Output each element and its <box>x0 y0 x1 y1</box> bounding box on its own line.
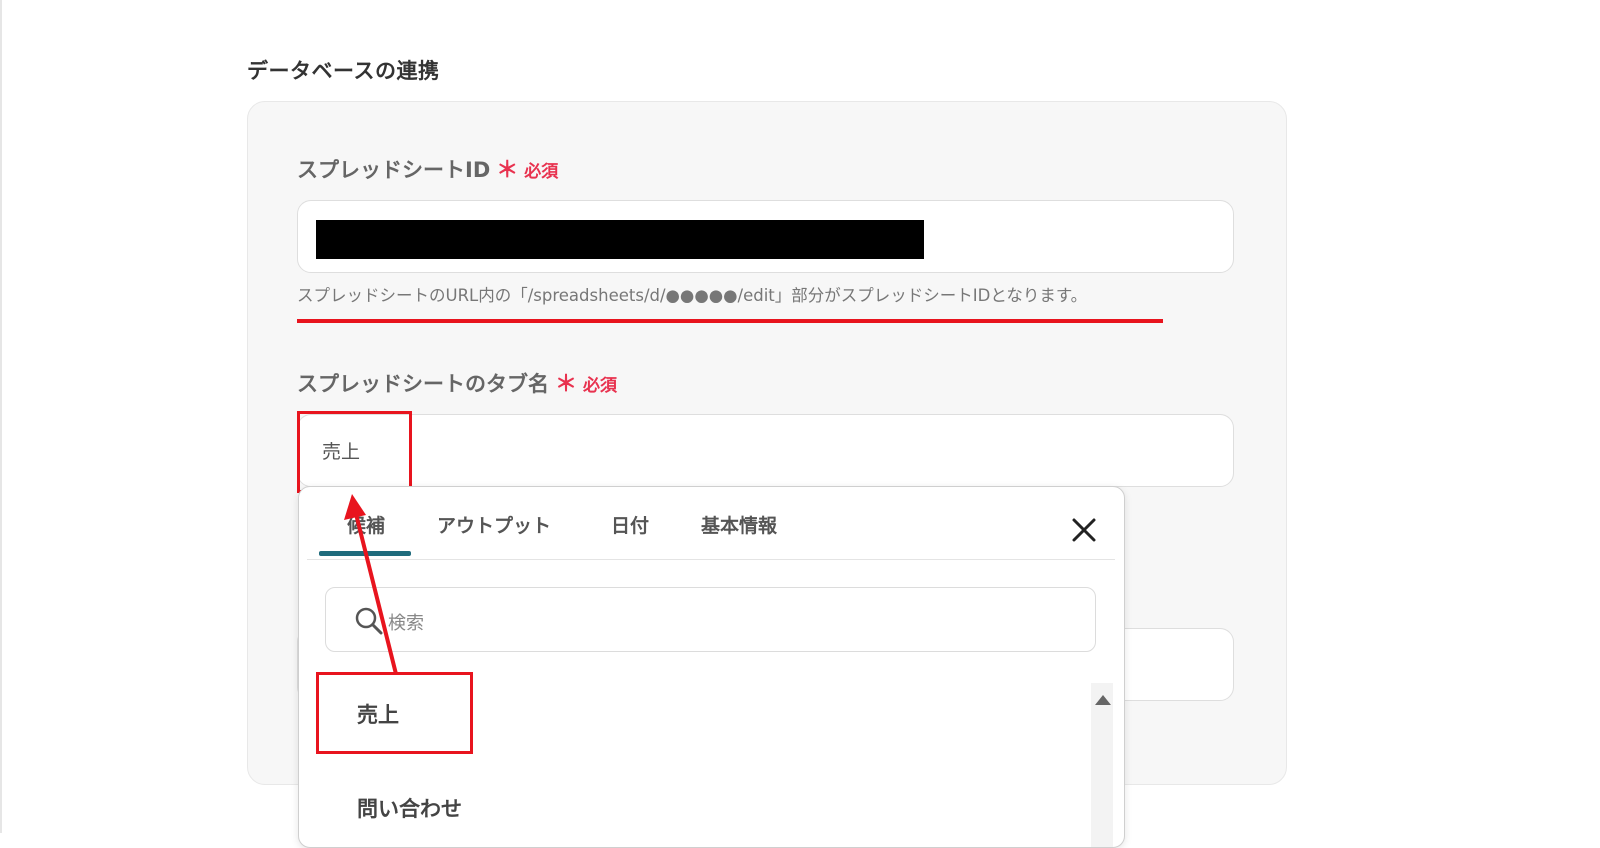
required-badge: 必須 <box>524 162 559 182</box>
required-asterisk: ＊ <box>555 372 578 397</box>
section-title: データベースの連携 <box>247 59 440 83</box>
required-asterisk: ＊ <box>496 158 519 183</box>
spreadsheet-id-label: スプレッドシートID ＊ 必須 <box>297 152 558 184</box>
tab-output[interactable]: アウトプット <box>437 511 551 538</box>
option-inquiry[interactable]: 問い合わせ <box>357 793 462 823</box>
spreadsheet-id-help-text: スプレッドシートのURL内の「/spreadsheets/d/●●●●●/edi… <box>297 286 1088 305</box>
highlight-box-input <box>297 411 412 493</box>
tab-name-input[interactable]: 売上 <box>297 414 1234 487</box>
suggestion-dropdown: 候補 アウトプット 日付 基本情報 検索 売上 問い合わせ <box>298 486 1125 848</box>
search-placeholder: 検索 <box>388 613 424 634</box>
spreadsheet-id-label-text: スプレッドシートID <box>297 158 491 182</box>
tab-name-label-text: スプレッドシートのタブ名 <box>297 372 549 396</box>
tab-name-label: スプレッドシートのタブ名 ＊ 必須 <box>297 366 617 398</box>
left-edge-border <box>0 0 2 833</box>
tabs-divider <box>307 559 1115 560</box>
search-input[interactable]: 検索 <box>325 587 1096 652</box>
tab-date[interactable]: 日付 <box>611 511 649 538</box>
tab-basic-info[interactable]: 基本情報 <box>701 511 777 538</box>
close-icon[interactable] <box>1069 515 1099 545</box>
scrollbar[interactable] <box>1091 683 1113 847</box>
redacted-value <box>316 220 924 259</box>
active-tab-indicator <box>319 551 411 556</box>
search-icon <box>355 607 383 635</box>
highlight-box-option <box>316 672 473 754</box>
tab-candidates[interactable]: 候補 <box>347 511 385 538</box>
spreadsheet-id-input[interactable] <box>297 200 1234 273</box>
scroll-up-arrow-icon[interactable] <box>1095 695 1111 705</box>
highlight-underline <box>297 319 1163 323</box>
required-badge: 必須 <box>583 376 618 396</box>
